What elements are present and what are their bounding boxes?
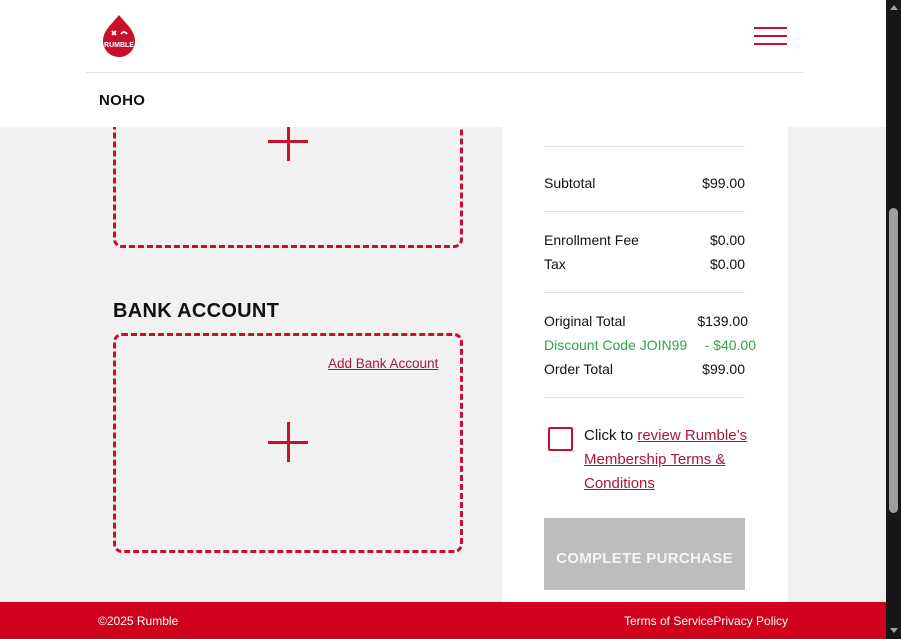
scroll-down-arrow-icon[interactable]	[890, 628, 898, 633]
bank-account-heading: BANK ACCOUNT	[113, 300, 280, 322]
studio-location: NOHO	[99, 92, 146, 109]
summary-divider	[544, 292, 745, 293]
site-header: RUMBLE NOHO	[0, 0, 886, 127]
rumble-logo-icon[interactable]: RUMBLE	[101, 14, 137, 58]
terms-text: Click to review Rumble’s Membership Term…	[584, 424, 754, 496]
order-total-label: Order Total	[544, 361, 613, 377]
svg-text:RUMBLE: RUMBLE	[104, 42, 134, 49]
add-card-plus-icon[interactable]	[268, 121, 308, 161]
menu-hamburger-icon[interactable]	[754, 27, 788, 45]
original-total-value: $139.00	[697, 313, 748, 329]
terms-checkbox[interactable]	[548, 427, 573, 451]
summary-divider	[544, 397, 745, 398]
summary-divider	[544, 146, 745, 147]
add-bank-account-link[interactable]: Add Bank Account	[328, 356, 438, 371]
terms-of-service-link[interactable]: Terms of Service	[624, 614, 713, 628]
discount-label: Discount Code JOIN99	[544, 337, 688, 353]
vertical-scrollbar[interactable]	[886, 0, 901, 639]
terms-prefix: Click to	[584, 427, 638, 444]
site-footer: ©2025 Rumble Terms of Service Privacy Pol…	[0, 602, 886, 639]
original-total-row: Original Total $139.00	[544, 313, 756, 329]
subtotal-label: Subtotal	[544, 175, 596, 191]
scroll-up-arrow-icon[interactable]	[890, 5, 898, 10]
subtotal-row: Subtotal $99.00	[544, 175, 756, 191]
add-bank-plus-icon[interactable]	[268, 422, 308, 462]
enrollment-fee-row: Enrollment Fee $0.00	[544, 232, 756, 248]
copyright-text: ©2025 Rumble	[98, 614, 179, 628]
order-total-value: $99.00	[702, 361, 745, 377]
privacy-policy-link[interactable]: Privacy Policy	[713, 614, 788, 628]
complete-purchase-button[interactable]: COMPLETE PURCHASE	[544, 518, 745, 590]
discount-row: Discount Code JOIN99 - $40.00	[544, 337, 756, 353]
original-total-label: Original Total	[544, 313, 626, 329]
enrollment-fee-value: $0.00	[709, 232, 745, 248]
enrollment-fee-label: Enrollment Fee	[544, 232, 639, 248]
discount-value: - $40.00	[704, 337, 756, 353]
tax-label: Tax	[544, 256, 566, 272]
scroll-thumb[interactable]	[889, 208, 898, 513]
order-total-row: Order Total $99.00	[544, 361, 756, 377]
footer-links: Terms of Service Privacy Policy	[624, 614, 788, 628]
header-divider	[86, 72, 803, 73]
subtotal-value: $99.00	[702, 175, 745, 191]
tax-value: $0.00	[709, 256, 745, 272]
summary-divider	[544, 211, 745, 212]
tax-row: Tax $0.00	[544, 256, 756, 272]
